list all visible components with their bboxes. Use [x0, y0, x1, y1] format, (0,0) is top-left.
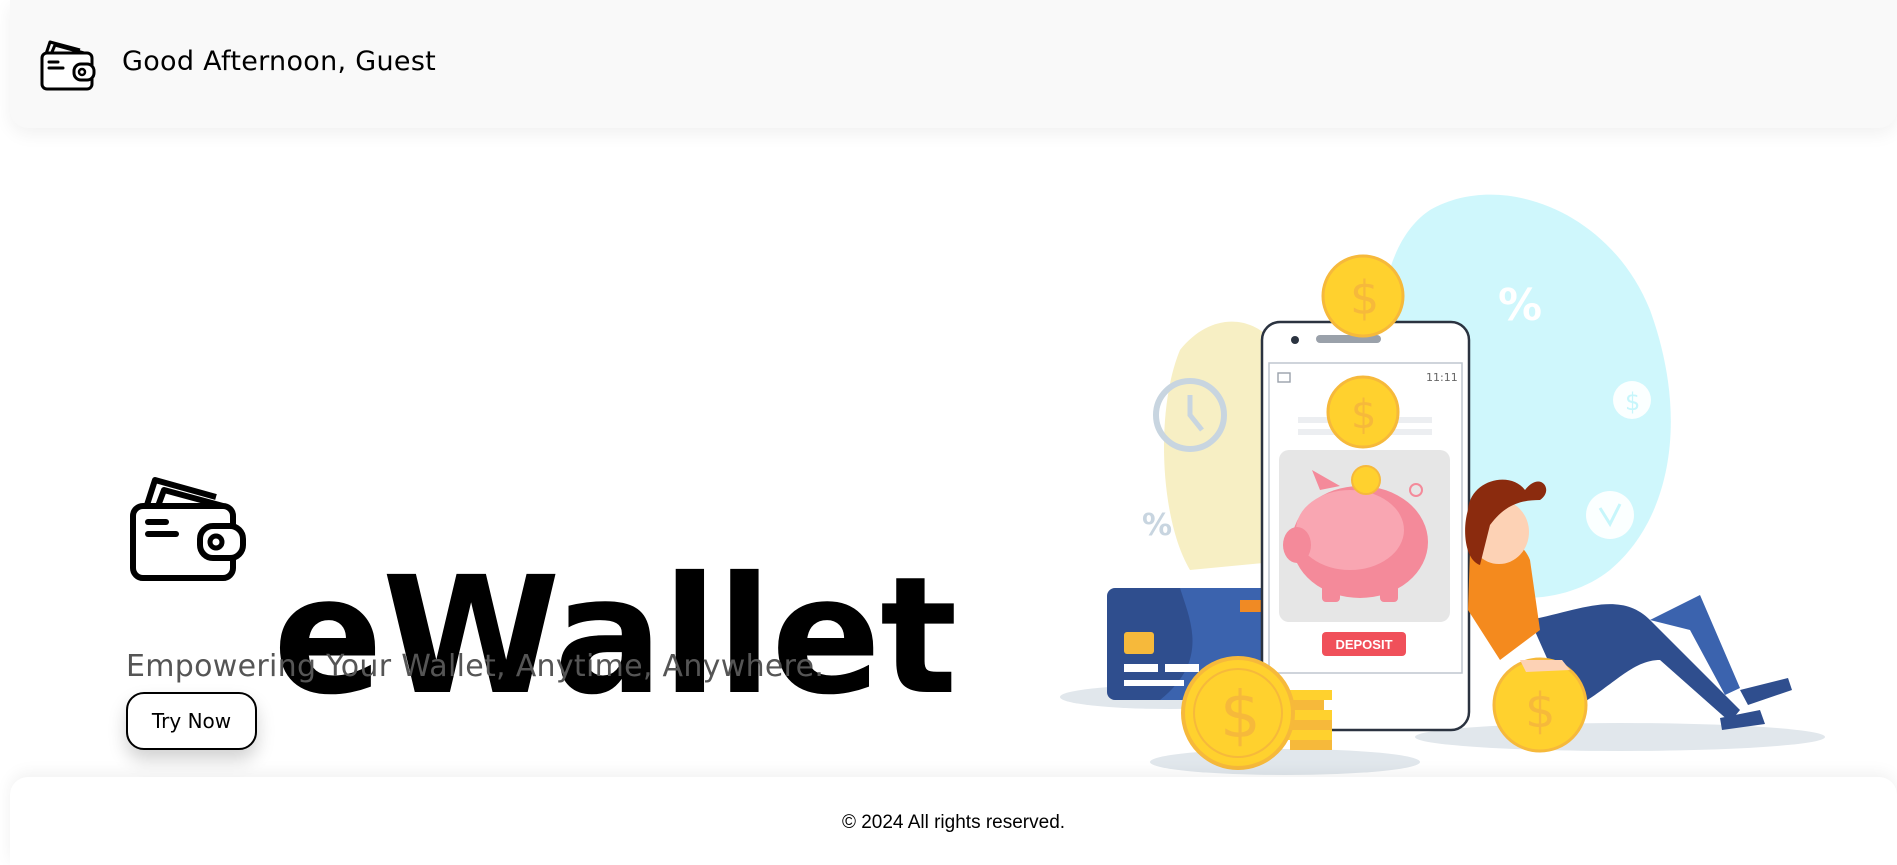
page-title: eWallet	[273, 542, 957, 731]
dollar-symbol: $	[1525, 683, 1556, 739]
tagline: Empowering Your Wallet, Anytime, Anywher…	[126, 649, 825, 684]
top-header: Good Afternoon, Guest	[10, 0, 1897, 128]
try-now-button[interactable]: Try Now	[126, 692, 257, 750]
footer: © 2024 All rights reserved.	[10, 777, 1897, 865]
greeting-text: Good Afternoon, Guest	[122, 46, 437, 77]
phone-time: 11:11	[1426, 371, 1458, 384]
wallet-icon	[130, 477, 246, 581]
wallet-icon	[40, 40, 96, 91]
percent-symbol: %	[1498, 280, 1542, 331]
copyright-text: © 2024 All rights reserved.	[841, 812, 1066, 833]
percent-symbol: %	[1142, 508, 1172, 543]
dollar-symbol: $	[1351, 392, 1376, 438]
dollar-symbol: $	[1625, 388, 1640, 416]
dollar-symbol: $	[1220, 679, 1261, 753]
deposit-label: DEPOSIT	[1335, 637, 1392, 652]
dollar-symbol: $	[1350, 271, 1379, 325]
hero-illustration: % % $ 11:11 DEPOSIT $ $ $ $	[1060, 194, 1825, 775]
